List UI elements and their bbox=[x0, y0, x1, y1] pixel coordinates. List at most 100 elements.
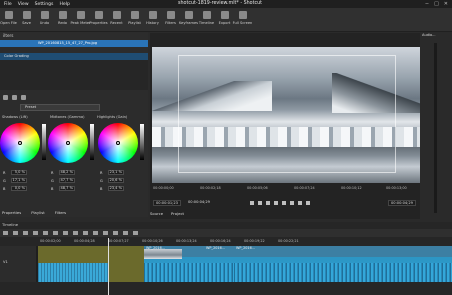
skip-start-icon[interactable] bbox=[250, 201, 254, 205]
playlist-button[interactable]: Playlist bbox=[128, 8, 141, 25]
timeline-tick: 00:00:07;27 bbox=[108, 239, 129, 243]
audio-waveform bbox=[234, 263, 452, 282]
timeline-clip[interactable] bbox=[108, 246, 144, 282]
minimize-button[interactable]: − bbox=[425, 1, 429, 7]
remove-icon[interactable] bbox=[53, 231, 58, 235]
timeline-clip[interactable]: WP_2016... bbox=[144, 246, 204, 282]
history-button[interactable]: History bbox=[146, 8, 159, 25]
filters-button[interactable]: Filters bbox=[164, 8, 177, 25]
playhead[interactable] bbox=[108, 238, 109, 295]
menu-help[interactable]: Help bbox=[59, 2, 69, 7]
wheel-handle[interactable] bbox=[116, 141, 120, 145]
rewind-icon[interactable] bbox=[258, 201, 262, 205]
maximize-button[interactable]: □ bbox=[434, 1, 439, 7]
audio-panel-header: Audio... bbox=[422, 33, 436, 37]
undo-icon bbox=[40, 11, 49, 19]
highlights-b-field[interactable]: 23,4 % bbox=[108, 186, 124, 191]
highlights-g-row: G 20,6 % bbox=[100, 178, 124, 183]
wheel-handle[interactable] bbox=[66, 141, 70, 145]
redo-button[interactable]: Redo bbox=[56, 8, 69, 25]
tab-filters[interactable]: Filters bbox=[55, 210, 66, 218]
timeline-ruler[interactable]: 00:00:02;00 00:00:04;28 00:00:07;27 00:0… bbox=[36, 239, 452, 245]
overwrite-icon[interactable] bbox=[73, 231, 78, 235]
audio-waveform bbox=[38, 263, 108, 282]
shadows-g-field[interactable]: 17,1 % bbox=[11, 178, 27, 183]
tab-playlist[interactable]: Playlist bbox=[31, 210, 45, 218]
video-frame[interactable] bbox=[152, 47, 420, 183]
recent-button[interactable]: Recent bbox=[110, 8, 123, 25]
play-icon[interactable] bbox=[266, 201, 270, 205]
timeline-header: Timeline bbox=[2, 222, 19, 227]
timeline-clip[interactable]: WP_2016... bbox=[204, 246, 234, 282]
undo-button[interactable]: Undo bbox=[38, 8, 51, 25]
export-icon bbox=[220, 11, 229, 19]
open-file-button[interactable]: Open File bbox=[0, 8, 17, 25]
shadows-r-field[interactable]: 5,0 % bbox=[11, 170, 27, 175]
menu-view[interactable]: View bbox=[18, 2, 29, 7]
save-button[interactable]: Save bbox=[20, 8, 33, 25]
zoom-in-icon[interactable] bbox=[133, 231, 138, 235]
wheel-handle[interactable] bbox=[18, 141, 22, 145]
shadows-color-wheel[interactable] bbox=[0, 123, 40, 163]
volume-icon[interactable] bbox=[298, 201, 302, 205]
remove-filter-icon[interactable] bbox=[12, 94, 17, 100]
midtones-b-field[interactable]: 48,7 % bbox=[59, 186, 75, 191]
track-header: V1 bbox=[0, 246, 36, 282]
zoom-out-icon[interactable] bbox=[123, 231, 128, 235]
midtones-color-wheel[interactable] bbox=[48, 123, 88, 163]
split-icon[interactable] bbox=[83, 231, 88, 235]
filter-item-color-grading[interactable]: Color Grading bbox=[0, 53, 148, 60]
timeline-tick: 00:00:04;28 bbox=[74, 239, 95, 243]
recent-icon bbox=[112, 11, 121, 19]
lift-icon[interactable] bbox=[63, 231, 68, 235]
menu-file[interactable]: File bbox=[4, 2, 12, 7]
scrub-icon[interactable] bbox=[103, 231, 108, 235]
timeline-clip[interactable] bbox=[38, 246, 108, 282]
peak-meter-button[interactable]: Peak Meter bbox=[70, 8, 91, 25]
grid-icon[interactable] bbox=[306, 201, 310, 205]
fast-forward-icon[interactable] bbox=[274, 201, 278, 205]
shadows-b-field[interactable]: 0,0 % bbox=[11, 186, 27, 191]
shadows-luma-slider[interactable] bbox=[42, 124, 46, 160]
tab-properties[interactable]: Properties bbox=[2, 210, 21, 218]
paste-icon[interactable] bbox=[33, 231, 38, 235]
filters-panel-header: ilters bbox=[3, 33, 14, 38]
timeline-toolbar bbox=[0, 229, 452, 237]
export-button[interactable]: Export bbox=[218, 8, 231, 25]
snap-icon[interactable] bbox=[93, 231, 98, 235]
tab-project[interactable]: Project bbox=[171, 211, 184, 216]
skip-end-icon[interactable] bbox=[282, 201, 286, 205]
copy-filter-icon[interactable] bbox=[21, 94, 26, 100]
close-button[interactable]: ✕ bbox=[444, 1, 448, 7]
filter-list bbox=[0, 60, 148, 90]
midtones-luma-slider[interactable] bbox=[90, 124, 94, 160]
viewer-ruler[interactable]: 00:00:00;00 00:00:02;18 00:00:05;06 00:0… bbox=[150, 186, 420, 192]
current-timecode[interactable]: 00:00:01;23 bbox=[153, 200, 181, 206]
midtones-g-field[interactable]: 47,7 % bbox=[59, 178, 75, 183]
copy-icon[interactable] bbox=[23, 231, 28, 235]
highlights-r-field[interactable]: 23,1 % bbox=[108, 170, 124, 175]
menu-icon[interactable] bbox=[3, 231, 8, 235]
highlights-g-field[interactable]: 20,6 % bbox=[108, 178, 124, 183]
loop-icon[interactable] bbox=[290, 201, 294, 205]
properties-button[interactable]: Properties bbox=[89, 8, 108, 25]
audio-waveform bbox=[204, 263, 234, 282]
midtones-r-row: R 48,2 % bbox=[51, 170, 75, 175]
keyframes-button[interactable]: Keyframes bbox=[179, 8, 198, 25]
highlights-luma-slider[interactable] bbox=[140, 124, 144, 160]
highlights-color-wheel[interactable] bbox=[98, 123, 138, 163]
menu-settings[interactable]: Settings bbox=[35, 2, 54, 7]
out-timecode[interactable]: 00:00:04;29 bbox=[388, 200, 416, 206]
midtones-r-field[interactable]: 48,2 % bbox=[59, 170, 75, 175]
cut-icon[interactable] bbox=[13, 231, 18, 235]
ripple-icon[interactable] bbox=[113, 231, 118, 235]
append-icon[interactable] bbox=[43, 231, 48, 235]
viewer-tick: 00:00:10;12 bbox=[341, 186, 362, 190]
timeline-clip[interactable]: WP_2016... bbox=[234, 246, 452, 282]
fullscreen-button[interactable]: Full Screen bbox=[233, 8, 252, 25]
preset-select[interactable]: Preset bbox=[20, 104, 100, 111]
add-filter-icon[interactable] bbox=[3, 94, 8, 100]
audio-waveform bbox=[144, 263, 204, 282]
tab-source[interactable]: Source bbox=[150, 211, 163, 216]
timeline-button[interactable]: Timeline bbox=[199, 8, 214, 25]
